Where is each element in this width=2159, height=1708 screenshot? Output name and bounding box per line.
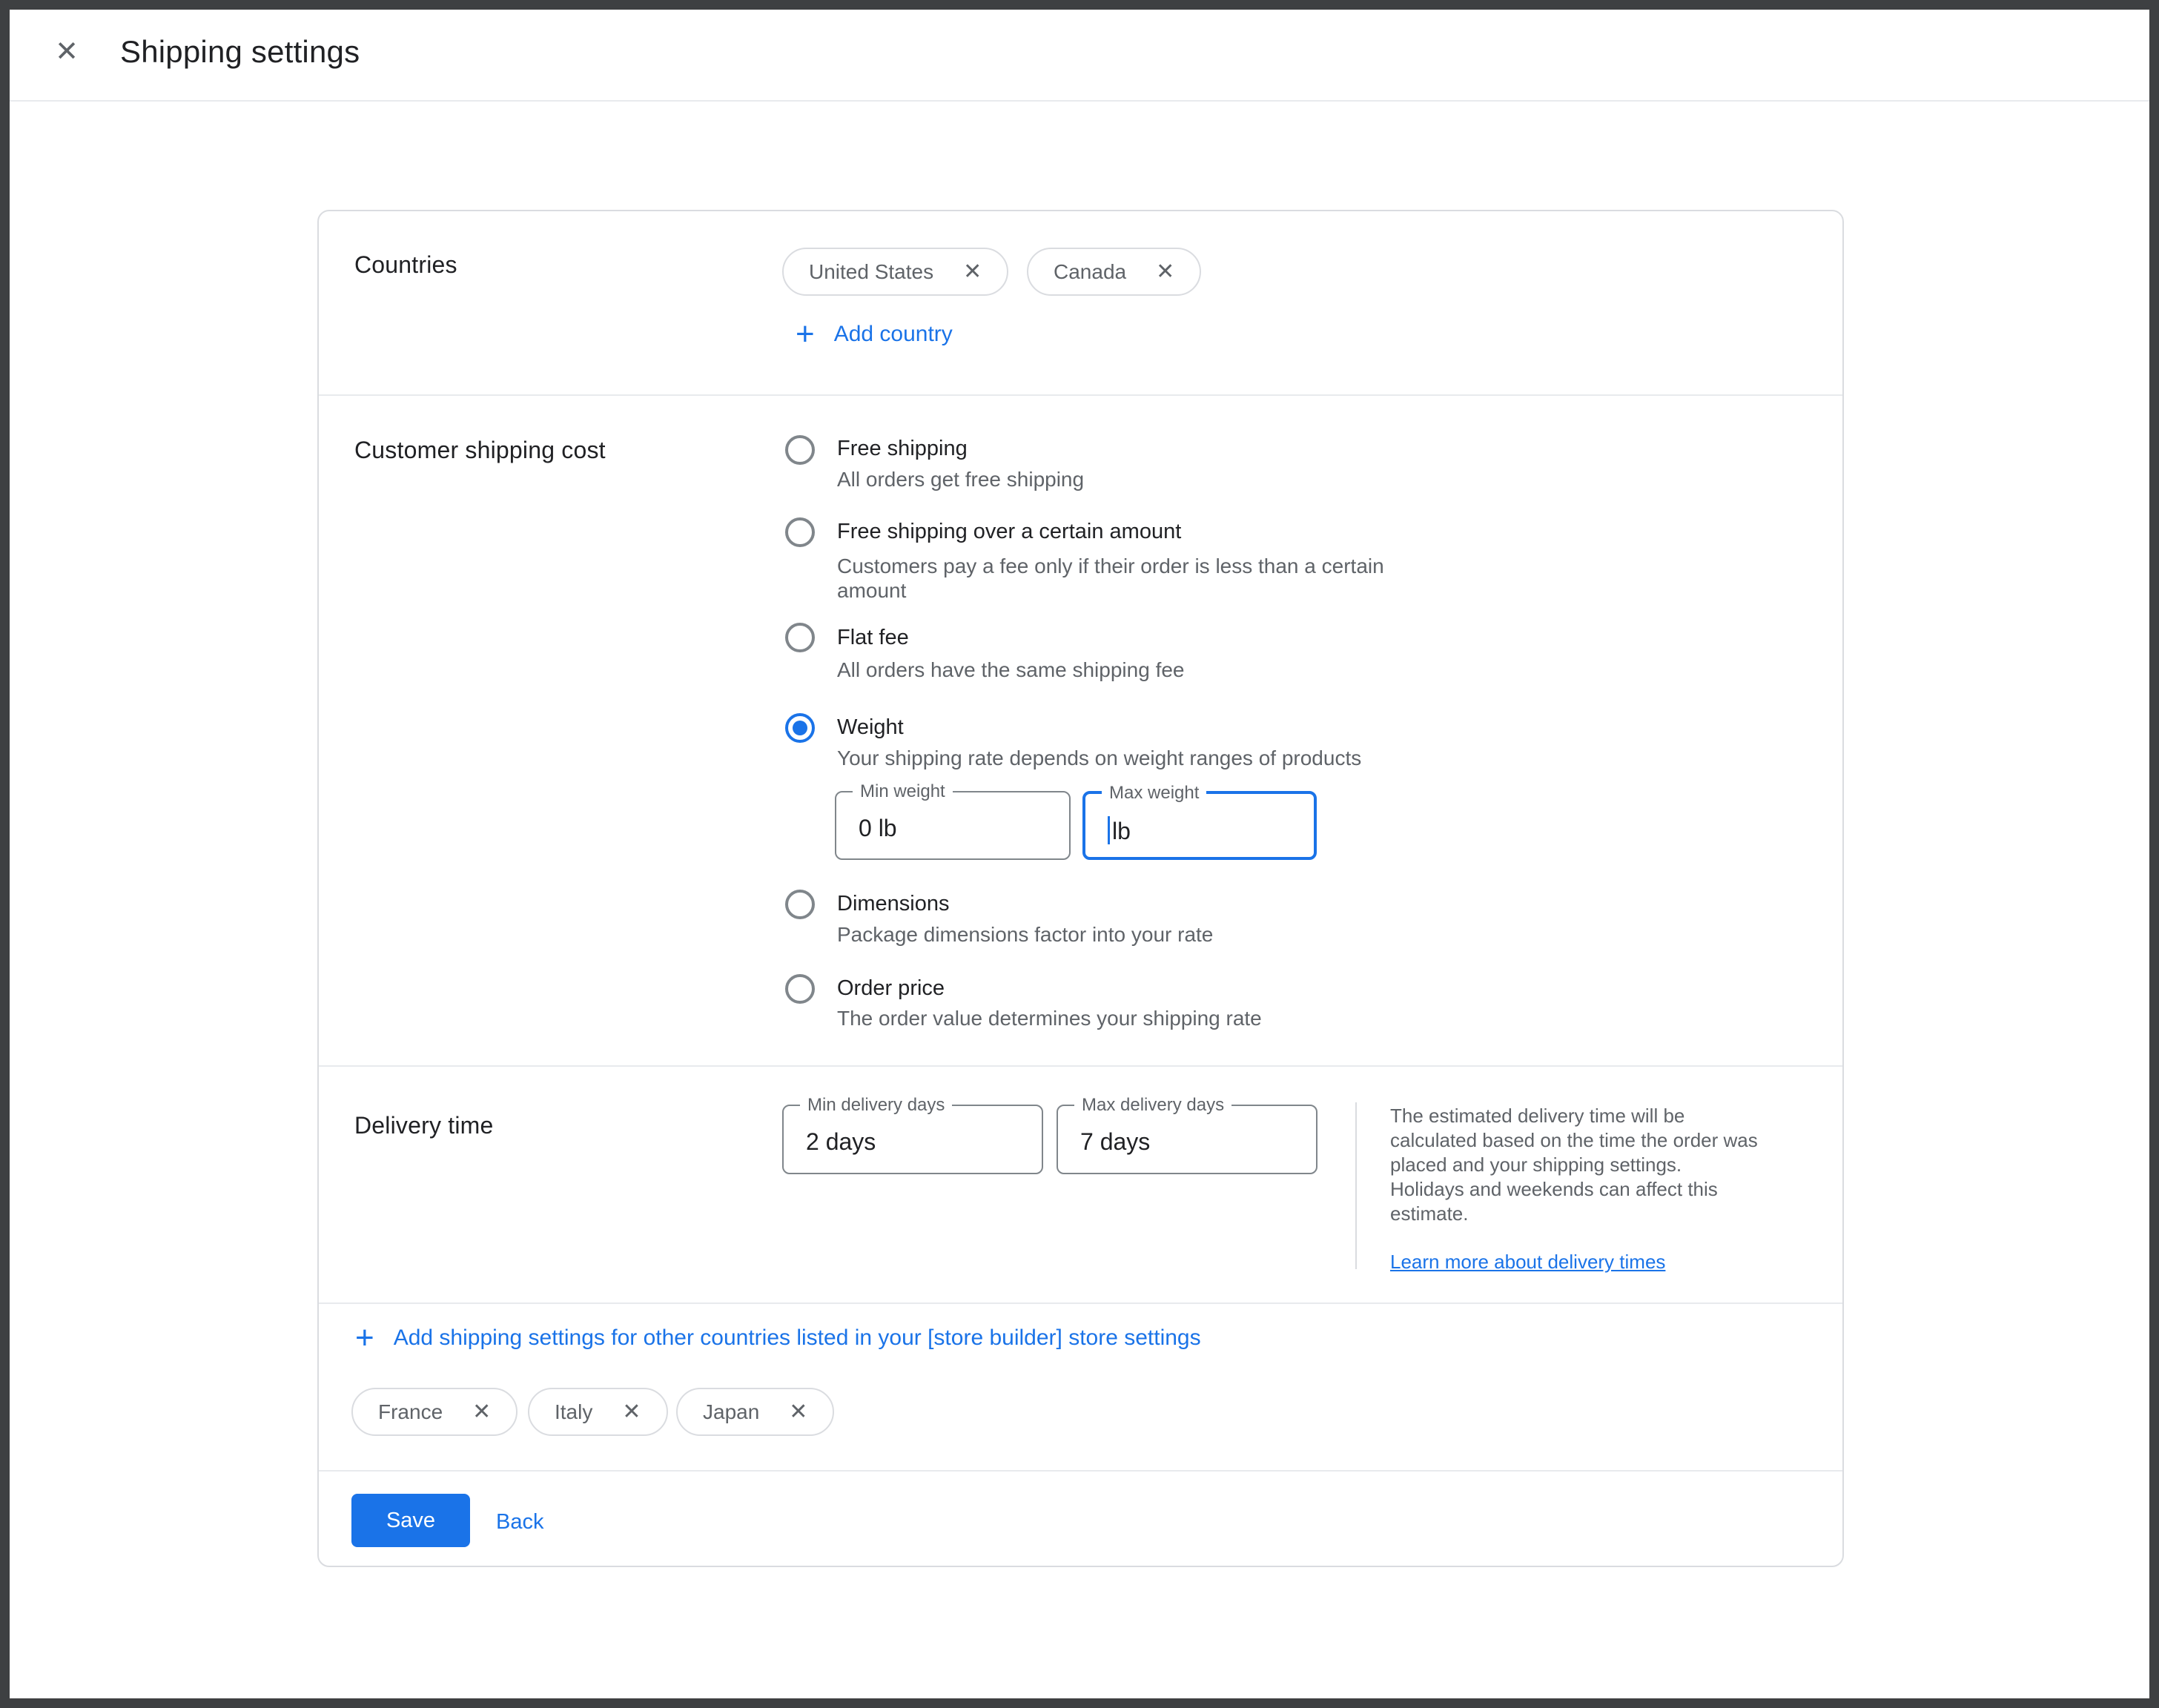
add-shipping-settings-label: Add shipping settings for other countrie… bbox=[394, 1325, 1201, 1351]
page-title: Shipping settings bbox=[120, 34, 360, 70]
radio-flat-fee-desc: All orders have the same shipping fee bbox=[837, 658, 1185, 682]
shipping-settings-card: Countries United States ✕ Canada ✕ + Add… bbox=[317, 210, 1844, 1567]
country-chip-united-states[interactable]: United States ✕ bbox=[782, 248, 1008, 296]
remove-country-icon[interactable]: ✕ bbox=[789, 1399, 807, 1425]
country-chip-japan[interactable]: Japan ✕ bbox=[676, 1388, 834, 1436]
learn-more-delivery-times-link[interactable]: Learn more about delivery times bbox=[1390, 1251, 1758, 1274]
max-delivery-days-label: Max delivery days bbox=[1074, 1095, 1231, 1116]
radio-free-shipping-over-amount[interactable] bbox=[785, 517, 815, 547]
radio-flat-fee-title[interactable]: Flat fee bbox=[837, 626, 909, 650]
section-divider bbox=[319, 1065, 1842, 1067]
remove-country-icon[interactable]: ✕ bbox=[963, 259, 982, 285]
note-line: calculated based on the time the order w… bbox=[1390, 1128, 1758, 1153]
radio-dimensions-title[interactable]: Dimensions bbox=[837, 892, 950, 916]
country-chip-canada[interactable]: Canada ✕ bbox=[1027, 248, 1201, 296]
max-delivery-days-field[interactable]: Max delivery days 7 days bbox=[1057, 1105, 1317, 1174]
max-weight-value: lb bbox=[1108, 816, 1131, 845]
chip-label: United States bbox=[809, 260, 933, 284]
radio-weight[interactable] bbox=[785, 713, 815, 743]
max-delivery-days-value: 7 days bbox=[1080, 1128, 1150, 1156]
chip-label: France bbox=[378, 1400, 443, 1424]
min-delivery-days-value: 2 days bbox=[806, 1128, 876, 1156]
remove-country-icon[interactable]: ✕ bbox=[472, 1399, 491, 1425]
add-country-label: Add country bbox=[834, 322, 953, 347]
chip-label: Japan bbox=[703, 1400, 759, 1424]
note-line: placed and your shipping settings. bbox=[1390, 1153, 1758, 1177]
dialog-header: ✕ Shipping settings bbox=[0, 0, 2159, 102]
min-weight-value: 0 lb bbox=[859, 815, 897, 842]
radio-free-shipping-desc: All orders get free shipping bbox=[837, 467, 1084, 491]
remove-country-icon[interactable]: ✕ bbox=[1156, 259, 1174, 285]
country-chip-italy[interactable]: Italy ✕ bbox=[528, 1388, 668, 1436]
min-delivery-days-field[interactable]: Min delivery days 2 days bbox=[782, 1105, 1043, 1174]
delivery-note: The estimated delivery time will be calc… bbox=[1390, 1104, 1758, 1274]
note-line: The estimated delivery time will be bbox=[1390, 1104, 1758, 1128]
customer-shipping-cost-label: Customer shipping cost bbox=[354, 437, 606, 464]
max-weight-field[interactable]: Max weight lb bbox=[1082, 791, 1317, 860]
radio-free-shipping-title[interactable]: Free shipping bbox=[837, 437, 968, 461]
section-divider bbox=[319, 1302, 1842, 1304]
min-weight-label: Min weight bbox=[853, 781, 953, 802]
note-line: Holidays and weekends can affect this bbox=[1390, 1177, 1758, 1202]
remove-country-icon[interactable]: ✕ bbox=[622, 1399, 641, 1425]
section-divider bbox=[319, 1470, 1842, 1472]
radio-order-price-desc: The order value determines your shipping… bbox=[837, 1006, 1262, 1030]
radio-free-shipping-over-amount-title[interactable]: Free shipping over a certain amount bbox=[837, 520, 1181, 544]
save-button[interactable]: Save bbox=[351, 1494, 470, 1547]
countries-label: Countries bbox=[354, 251, 457, 279]
section-divider bbox=[319, 394, 1842, 396]
min-delivery-days-label: Min delivery days bbox=[800, 1095, 952, 1116]
chip-label: Italy bbox=[555, 1400, 592, 1424]
min-weight-field[interactable]: Min weight 0 lb bbox=[835, 791, 1071, 860]
radio-free-shipping[interactable] bbox=[785, 435, 815, 465]
plus-icon: + bbox=[796, 318, 815, 351]
radio-weight-title[interactable]: Weight bbox=[837, 715, 904, 740]
note-line: estimate. bbox=[1390, 1202, 1758, 1226]
max-weight-label: Max weight bbox=[1102, 783, 1206, 804]
close-icon[interactable]: ✕ bbox=[49, 36, 85, 71]
add-country-button[interactable]: + Add country bbox=[796, 318, 953, 351]
add-shipping-settings-button[interactable]: + Add shipping settings for other countr… bbox=[355, 1322, 1201, 1354]
radio-free-shipping-over-amount-desc: Customers pay a fee only if their order … bbox=[837, 554, 1386, 603]
delivery-time-label: Delivery time bbox=[354, 1112, 494, 1139]
radio-order-price[interactable] bbox=[785, 974, 815, 1004]
radio-dimensions[interactable] bbox=[785, 890, 815, 919]
vertical-divider bbox=[1355, 1102, 1357, 1269]
country-chip-france[interactable]: France ✕ bbox=[351, 1388, 518, 1436]
back-button[interactable]: Back bbox=[496, 1510, 543, 1535]
text-cursor bbox=[1108, 816, 1110, 844]
plus-icon: + bbox=[355, 1322, 374, 1354]
chip-label: Canada bbox=[1054, 260, 1126, 284]
radio-weight-desc: Your shipping rate depends on weight ran… bbox=[837, 746, 1361, 770]
radio-flat-fee[interactable] bbox=[785, 623, 815, 652]
radio-dimensions-desc: Package dimensions factor into your rate bbox=[837, 922, 1213, 947]
radio-order-price-title[interactable]: Order price bbox=[837, 976, 945, 1001]
